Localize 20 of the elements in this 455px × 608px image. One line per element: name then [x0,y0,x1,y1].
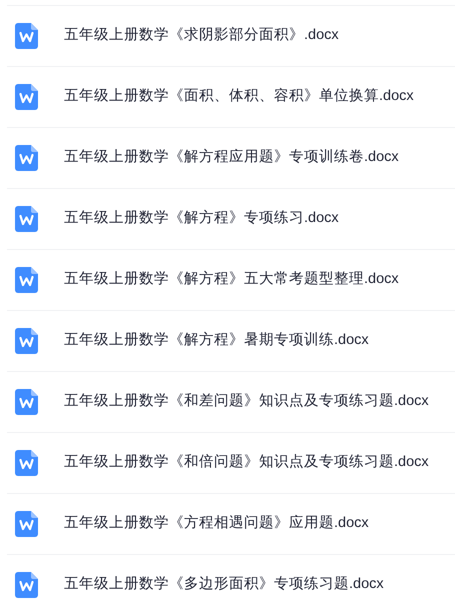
file-name[interactable]: 五年级上册数学《面积、体积、容积》单位换算.docx [64,86,414,108]
file-name[interactable]: 五年级上册数学《和差问题》知识点及专项练习题.docx [64,391,429,413]
file-name[interactable]: 五年级上册数学《和倍问题》知识点及专项练习题.docx [64,452,429,474]
file-name[interactable]: 五年级上册数学《解方程》专项练习.docx [64,208,339,230]
file-name[interactable]: 五年级上册数学《求阴影部分面积》.docx [64,25,339,47]
word-document-icon [15,267,38,293]
word-document-icon [15,145,38,171]
word-document-icon [15,328,38,354]
word-document-icon [15,572,38,598]
file-name[interactable]: 五年级上册数学《方程相遇问题》应用题.docx [64,513,369,535]
word-document-icon [15,206,38,232]
word-document-icon [15,511,38,537]
word-document-icon [15,84,38,110]
file-name[interactable]: 五年级上册数学《解方程》暑期专项训练.docx [64,330,369,352]
file-name[interactable]: 五年级上册数学《解方程》五大常考题型整理.docx [64,269,399,291]
word-document-icon [15,389,38,415]
file-name[interactable]: 五年级上册数学《多边形面积》专项练习题.docx [64,574,384,596]
word-document-icon [15,23,38,49]
file-name[interactable]: 五年级上册数学《解方程应用题》专项训练卷.docx [64,147,399,169]
word-document-icon [15,450,38,476]
